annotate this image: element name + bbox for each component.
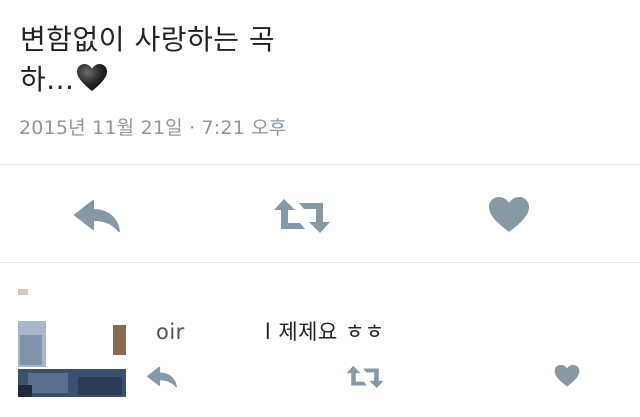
reply-reply-button[interactable] <box>144 363 180 391</box>
black-heart-icon <box>76 63 108 104</box>
divider-top <box>0 164 640 165</box>
tweet-text-line-1: 변함없이 사랑하는 곡 <box>20 23 276 56</box>
tweet-text-line-2: 하... <box>20 63 75 96</box>
reply-icon <box>146 366 178 388</box>
reply-button[interactable] <box>72 196 122 236</box>
retweet-button[interactable] <box>272 196 332 236</box>
reply-retweet-button[interactable] <box>344 362 386 392</box>
tweet-timestamp[interactable]: 2015년 11월 21일 · 7:21 오후 <box>19 113 287 140</box>
retweet-icon <box>346 365 384 389</box>
like-button[interactable] <box>486 193 532 237</box>
tweet-text: 변함없이 사랑하는 곡 하... <box>20 20 620 104</box>
retweet-icon <box>273 198 331 234</box>
divider-bottom <box>0 262 640 263</box>
tweet-text-line-2-wrap: 하... <box>20 60 620 104</box>
tweet-detail: 변함없이 사랑하는 곡 하... 2015년 11월 21일 · 7:21 오후 <box>0 0 640 417</box>
reply-text-body: l 제제요 ㅎㅎ <box>264 320 385 344</box>
reply-icon <box>73 199 121 233</box>
heart-icon <box>554 364 580 388</box>
reply-text: oir l 제제요 ㅎㅎ <box>156 316 385 346</box>
reply-avatar[interactable] <box>18 289 126 397</box>
heart-icon <box>488 196 530 234</box>
reply-text-prefix: oir <box>156 320 185 344</box>
reply-like-button[interactable] <box>551 361 583 391</box>
